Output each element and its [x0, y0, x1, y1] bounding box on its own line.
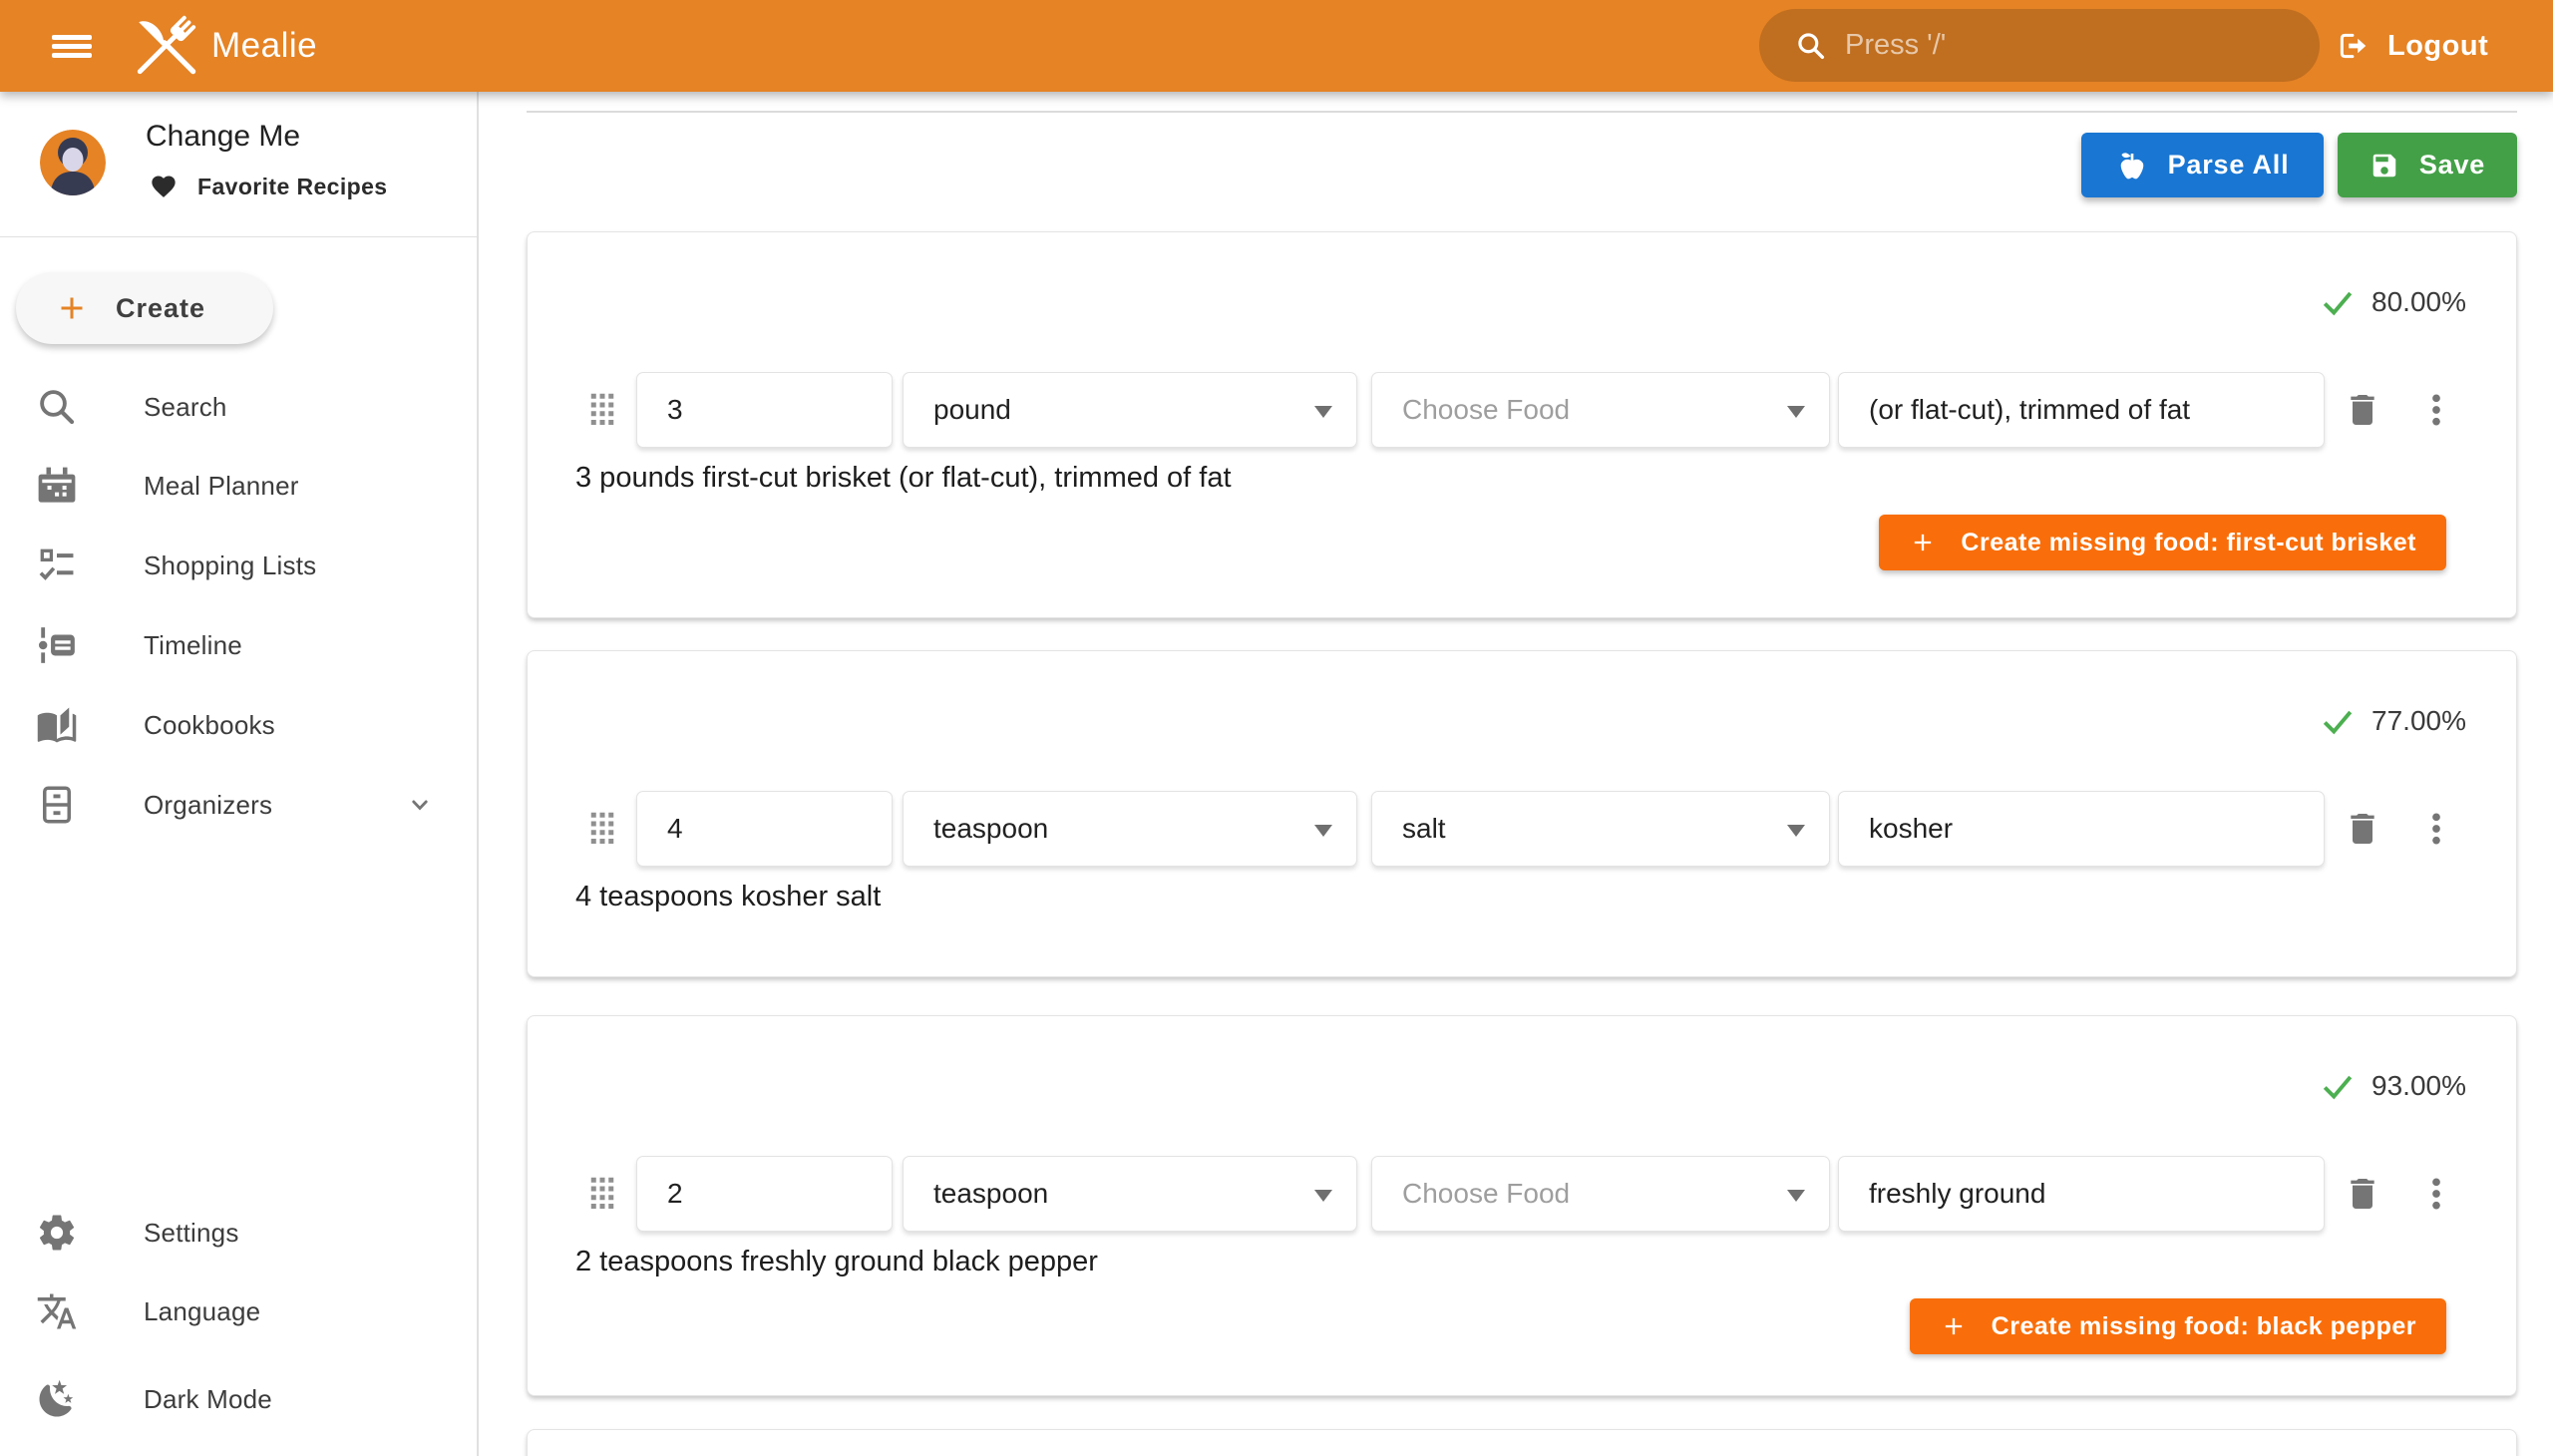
user-name: Change Me — [146, 120, 300, 154]
quantity-input[interactable] — [637, 792, 892, 866]
confidence-value: 93.00% — [2371, 1070, 2466, 1102]
checklist-icon — [36, 545, 78, 586]
favorite-recipes-link[interactable]: Favorite Recipes — [150, 170, 387, 203]
ingredient-card-3: 93.00% teaspoon Choose Food — [527, 1015, 2517, 1396]
quantity-input[interactable] — [637, 1157, 892, 1231]
gear-icon — [36, 1212, 78, 1254]
heart-icon — [150, 173, 178, 200]
save-button[interactable]: Save — [2338, 133, 2517, 197]
search-icon — [1795, 30, 1827, 62]
plus-icon — [1940, 1312, 1968, 1340]
drag-handle-icon[interactable] — [587, 1175, 617, 1213]
main-content: Cancel Parse All Save 80.00% — [479, 92, 2553, 1456]
avatar[interactable] — [40, 130, 106, 195]
file-cabinet-icon — [36, 784, 78, 826]
search-icon — [36, 386, 78, 428]
confidence-indicator: 80.00% — [2320, 284, 2466, 320]
save-icon — [2370, 151, 2399, 181]
moon-stars-icon — [36, 1378, 78, 1420]
sidebar-item-cookbooks[interactable]: Cookbooks — [0, 693, 477, 757]
mealie-logo-icon — [118, 6, 217, 86]
chevron-down-icon — [405, 790, 435, 820]
delete-icon[interactable] — [2343, 809, 2382, 849]
confidence-indicator: 77.00% — [2320, 703, 2466, 739]
confidence-value: 80.00% — [2371, 286, 2466, 318]
sidebar-item-shopping-lists[interactable]: Shopping Lists — [0, 534, 477, 597]
delete-icon[interactable] — [2343, 390, 2382, 430]
ingredient-card-4 — [527, 1429, 2517, 1456]
unit-select[interactable]: teaspoon — [903, 1156, 1357, 1232]
create-label: Create — [116, 293, 205, 324]
dropdown-arrow-icon — [1314, 1190, 1332, 1202]
quantity-input[interactable] — [637, 373, 892, 447]
check-icon — [2320, 284, 2356, 320]
translate-icon — [36, 1290, 78, 1332]
sidebar: Change Me Favorite Recipes Create Search — [0, 92, 479, 1456]
dropdown-arrow-icon — [1314, 406, 1332, 418]
sidebar-item-meal-planner[interactable]: Meal Planner — [0, 454, 477, 518]
sidebar-item-organizers[interactable]: Organizers — [0, 773, 477, 837]
sidebar-item-dark-mode[interactable]: Dark Mode — [0, 1367, 477, 1431]
dropdown-arrow-icon — [1787, 825, 1805, 837]
ingredient-editor-row: pound Choose Food — [528, 372, 2516, 448]
calendar-icon — [36, 465, 78, 507]
sidebar-item-language[interactable]: Language — [0, 1279, 477, 1343]
create-button[interactable]: Create — [16, 272, 273, 344]
plus-icon — [1909, 529, 1937, 556]
original-ingredient-text: 4 teaspoons kosher salt — [575, 877, 881, 916]
plus-icon — [54, 290, 90, 326]
unit-select[interactable]: pound — [903, 372, 1357, 448]
menu-icon[interactable] — [52, 35, 92, 58]
confidence-value: 77.00% — [2371, 705, 2466, 737]
content-top-divider — [527, 111, 2517, 113]
original-ingredient-text: 3 pounds first-cut brisket (or flat-cut)… — [575, 458, 1232, 498]
sidebar-item-timeline[interactable]: Timeline — [0, 613, 477, 677]
timeline-icon — [36, 624, 78, 666]
note-input[interactable] — [1839, 373, 2324, 447]
original-ingredient-text: 2 teaspoons freshly ground black pepper — [575, 1242, 1098, 1281]
sidebar-item-settings[interactable]: Settings — [0, 1201, 477, 1265]
food-select[interactable]: Choose Food — [1371, 372, 1830, 448]
dropdown-arrow-icon — [1314, 825, 1332, 837]
check-icon — [2320, 1068, 2356, 1104]
check-icon — [2320, 703, 2356, 739]
ingredient-card-2: 77.00% teaspoon salt — [527, 650, 2517, 977]
create-missing-food-button[interactable]: Create missing food: first-cut brisket — [1879, 515, 2446, 570]
favorites-label: Favorite Recipes — [197, 174, 387, 200]
confidence-indicator: 93.00% — [2320, 1068, 2466, 1104]
book-open-icon — [36, 704, 78, 746]
search-placeholder: Press '/' — [1845, 29, 1946, 62]
drag-handle-icon[interactable] — [587, 391, 617, 429]
logout-label: Logout — [2387, 30, 2488, 63]
more-options-icon[interactable] — [2416, 390, 2456, 430]
unit-select[interactable]: teaspoon — [903, 791, 1357, 867]
delete-icon[interactable] — [2343, 1174, 2382, 1214]
dropdown-arrow-icon — [1787, 1190, 1805, 1202]
sidebar-item-search[interactable]: Search — [0, 375, 477, 439]
ingredient-editor-row: teaspoon salt — [528, 791, 2516, 867]
logout-button[interactable]: Logout — [2336, 24, 2488, 68]
food-select[interactable]: salt — [1371, 791, 1830, 867]
more-options-icon[interactable] — [2416, 809, 2456, 849]
sidebar-divider — [0, 236, 477, 237]
dropdown-arrow-icon — [1787, 406, 1805, 418]
more-options-icon[interactable] — [2416, 1174, 2456, 1214]
ingredient-card-1: 80.00% pound Choose Food — [527, 231, 2517, 618]
create-missing-food-button[interactable]: Create missing food: black pepper — [1910, 1298, 2446, 1354]
drag-handle-icon[interactable] — [587, 810, 617, 848]
note-input[interactable] — [1839, 792, 2324, 866]
search-input[interactable]: Press '/' — [1759, 9, 2320, 82]
note-input[interactable] — [1839, 1157, 2324, 1231]
food-select[interactable]: Choose Food — [1371, 1156, 1830, 1232]
app-header: Mealie Press '/' Logout — [0, 0, 2553, 92]
parse-all-button[interactable]: Parse All — [2081, 133, 2324, 197]
logout-icon — [2336, 28, 2371, 64]
app-title: Mealie — [211, 25, 317, 67]
apple-icon — [2116, 150, 2148, 182]
ingredient-editor-row: teaspoon Choose Food — [528, 1156, 2516, 1232]
